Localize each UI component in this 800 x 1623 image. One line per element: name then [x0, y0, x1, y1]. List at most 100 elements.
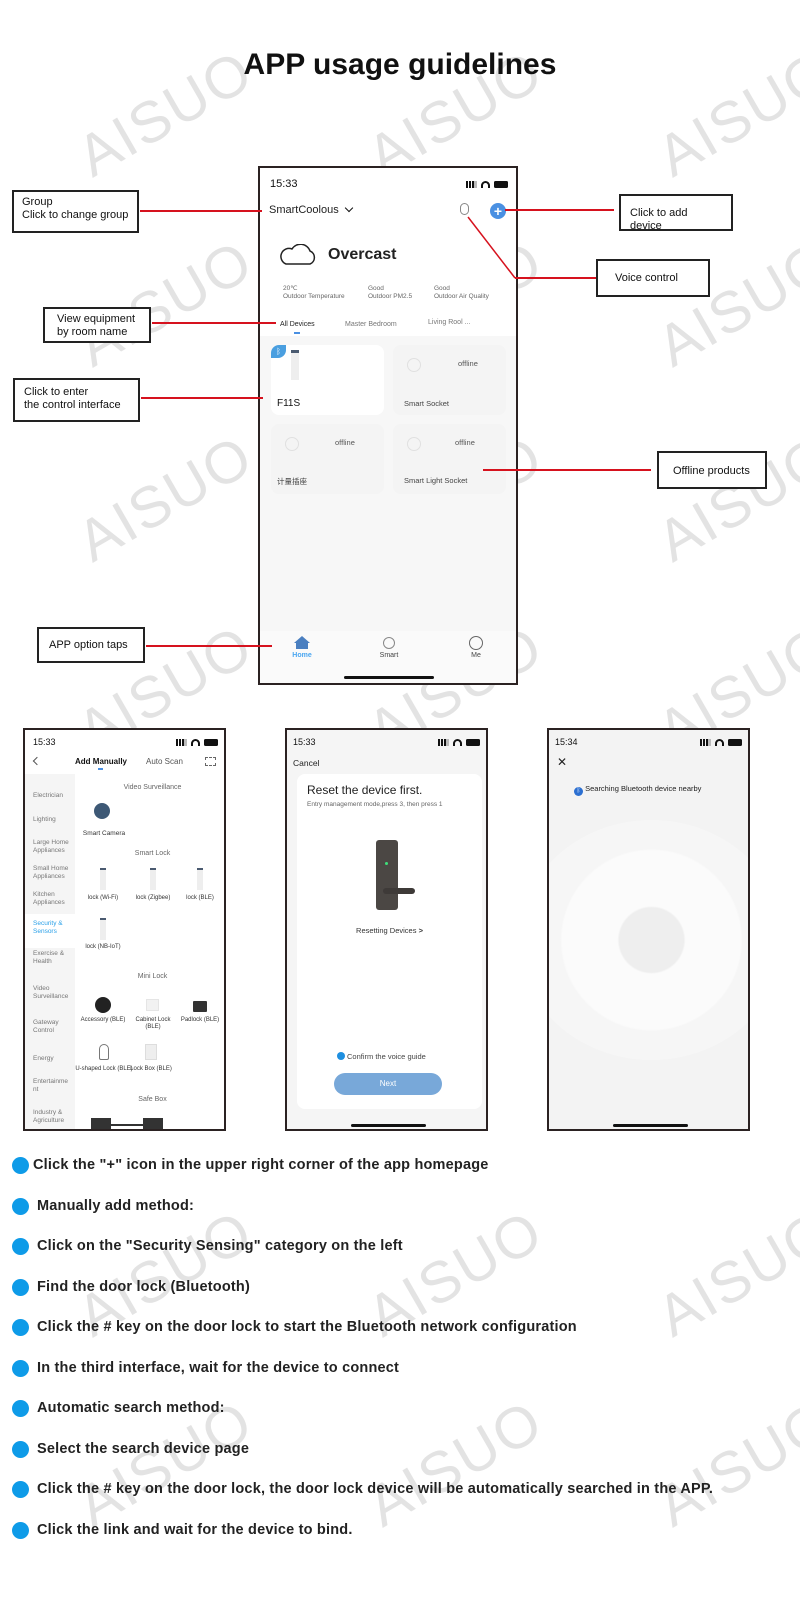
bullet-icon [12, 1360, 29, 1377]
wifi-icon [453, 738, 462, 746]
battery-icon [728, 738, 742, 746]
callout-enter-control: Click to enter the control interface [13, 378, 140, 422]
tab-auto-scan[interactable]: Auto Scan [146, 757, 183, 766]
battery-icon [494, 180, 508, 188]
cancel-button[interactable]: Cancel [293, 758, 319, 768]
wifi-icon [191, 738, 200, 746]
step-10: Click the link and wait for the device t… [37, 1522, 353, 1538]
device-lock-box[interactable]: Lock Box (BLE) [130, 1066, 172, 1073]
cabinet-lock-icon [146, 999, 159, 1011]
device-lock-wifi[interactable]: lock (Wi-Fi) [83, 895, 123, 902]
device-name: Smart Light Socket [404, 476, 468, 485]
category-item[interactable]: Energy [33, 1055, 54, 1063]
confirm-voice-guide-checkbox[interactable]: Confirm the voice guide [337, 1052, 426, 1061]
socket-icon [285, 437, 299, 451]
category-item[interactable]: Electrician [33, 792, 63, 800]
device-lock-nbiot[interactable]: lock (NB-IoT) [83, 944, 123, 951]
callout-group: Group Click to change group [12, 190, 139, 233]
add-device-screen: 15:33 Add Manually Auto Scan Electrician… [23, 728, 226, 1131]
device-cabinet-lock[interactable]: Cabinet Lock (BLE) [127, 1017, 179, 1031]
category-item[interactable]: Large Home Appliances [33, 839, 73, 854]
lock-icon [150, 868, 156, 890]
group-selector[interactable]: SmartCoolous [269, 203, 354, 216]
step-2: Manually add method: [37, 1198, 195, 1214]
u-lock-icon [99, 1044, 109, 1060]
callout-line [140, 210, 262, 212]
category-item[interactable]: Small Home Appliances [33, 865, 73, 880]
device-lock-zigbee[interactable]: lock (Zigbee) [133, 895, 173, 902]
category-item-selected[interactable]: Security & Sensors [33, 920, 73, 935]
stat-air-quality: Good Outdoor Air Quality [434, 285, 489, 300]
device-u-shaped-lock[interactable]: U-shaped Lock (BLE) [75, 1066, 133, 1073]
callout-add-device: Click to add device [619, 194, 733, 232]
category-item[interactable]: Video Surveillance [33, 985, 75, 1000]
reset-instructions: Entry management mode,press 3, then pres… [307, 801, 443, 808]
room-tab-all[interactable]: All Devices [280, 321, 315, 328]
reset-device-screen: 15:33 Cancel Reset the device first. Ent… [285, 728, 488, 1131]
watermark: AISUO [646, 422, 800, 575]
category-item[interactable]: Industry & Agriculture [33, 1109, 73, 1124]
reset-heading: Reset the device first. [307, 783, 423, 797]
device-card-f11s[interactable]: ᛒ F11S [271, 345, 384, 415]
device-card-smart-light-socket[interactable]: offline Smart Light Socket [393, 424, 506, 494]
door-lock-image [376, 840, 415, 910]
section-mini-lock: Mini Lock [137, 973, 168, 980]
cloud-icon [278, 243, 318, 266]
padlock-icon [193, 1001, 207, 1012]
microphone-icon[interactable] [460, 203, 469, 215]
device-accessory[interactable]: Accessory (BLE) [77, 1017, 129, 1024]
callout-diagonal-line [467, 216, 516, 279]
device-name: 计量插座 [277, 477, 307, 486]
device-padlock[interactable]: Padlock (BLE) [175, 1017, 224, 1024]
back-icon[interactable] [32, 756, 42, 766]
step-3: Click on the "Security Sensing" category… [37, 1238, 403, 1254]
category-sidebar: Electrician Lighting Large Home Applianc… [25, 774, 75, 1129]
watermark: AISUO [356, 1387, 554, 1540]
bullet-icon [12, 1238, 29, 1255]
category-item[interactable]: Exercise & Health [33, 950, 73, 965]
accessory-icon [95, 997, 111, 1013]
room-tab-indicator [294, 332, 300, 334]
home-indicator [613, 1124, 688, 1127]
callout-line [483, 469, 651, 471]
bullet-icon [12, 1198, 29, 1215]
stat-temperature: 20℃ Outdoor Temperature [283, 285, 345, 300]
bullet-icon [12, 1481, 29, 1498]
safe-box-icons [91, 1118, 165, 1129]
next-button[interactable]: Next [334, 1073, 442, 1095]
bluetooth-icon: ᛒ [271, 345, 286, 358]
step-6: In the third interface, wait for the dev… [37, 1360, 400, 1376]
device-card-metering-socket[interactable]: offline 计量插座 [271, 424, 384, 494]
callout-line [146, 645, 272, 647]
tab-add-manually[interactable]: Add Manually [75, 757, 127, 766]
signal-icon [176, 738, 187, 746]
device-lock-ble[interactable]: lock (BLE) [180, 895, 220, 902]
category-item[interactable]: Kitchen Appliances [33, 891, 73, 906]
room-tab-living-room[interactable]: Living Rool ... [428, 319, 470, 326]
category-item[interactable]: Gateway Control [33, 1019, 73, 1034]
resetting-devices-link[interactable]: Resetting Devices > [297, 926, 482, 935]
bullet-icon [12, 1400, 29, 1417]
weather-label: Overcast [328, 246, 397, 263]
room-tab-master-bedroom[interactable]: Master Bedroom [345, 321, 397, 328]
step-8: Select the search device page [37, 1441, 250, 1457]
device-card-smart-socket[interactable]: offline Smart Socket [393, 345, 506, 415]
status-time: 15:33 [33, 737, 56, 747]
check-icon [337, 1052, 345, 1060]
scan-icon[interactable] [205, 757, 216, 766]
close-icon[interactable]: ✕ [557, 755, 567, 769]
lock-box-icon [145, 1044, 157, 1060]
home-indicator [344, 676, 434, 679]
tab-me[interactable]: Me [464, 636, 488, 659]
callout-line [515, 277, 596, 279]
device-smart-camera[interactable]: Smart Camera [79, 830, 129, 837]
category-item[interactable]: Lighting [33, 816, 56, 824]
step-9: Click the # key on the door lock, the do… [37, 1481, 714, 1497]
tab-home[interactable]: Home [290, 636, 314, 659]
section-safe-box: Safe Box [138, 1096, 167, 1103]
category-item[interactable]: Entertainment [33, 1078, 71, 1093]
tab-smart[interactable]: Smart [376, 636, 402, 659]
device-name: F11S [277, 398, 301, 409]
home-icon [294, 636, 310, 643]
callout-line [152, 322, 276, 324]
